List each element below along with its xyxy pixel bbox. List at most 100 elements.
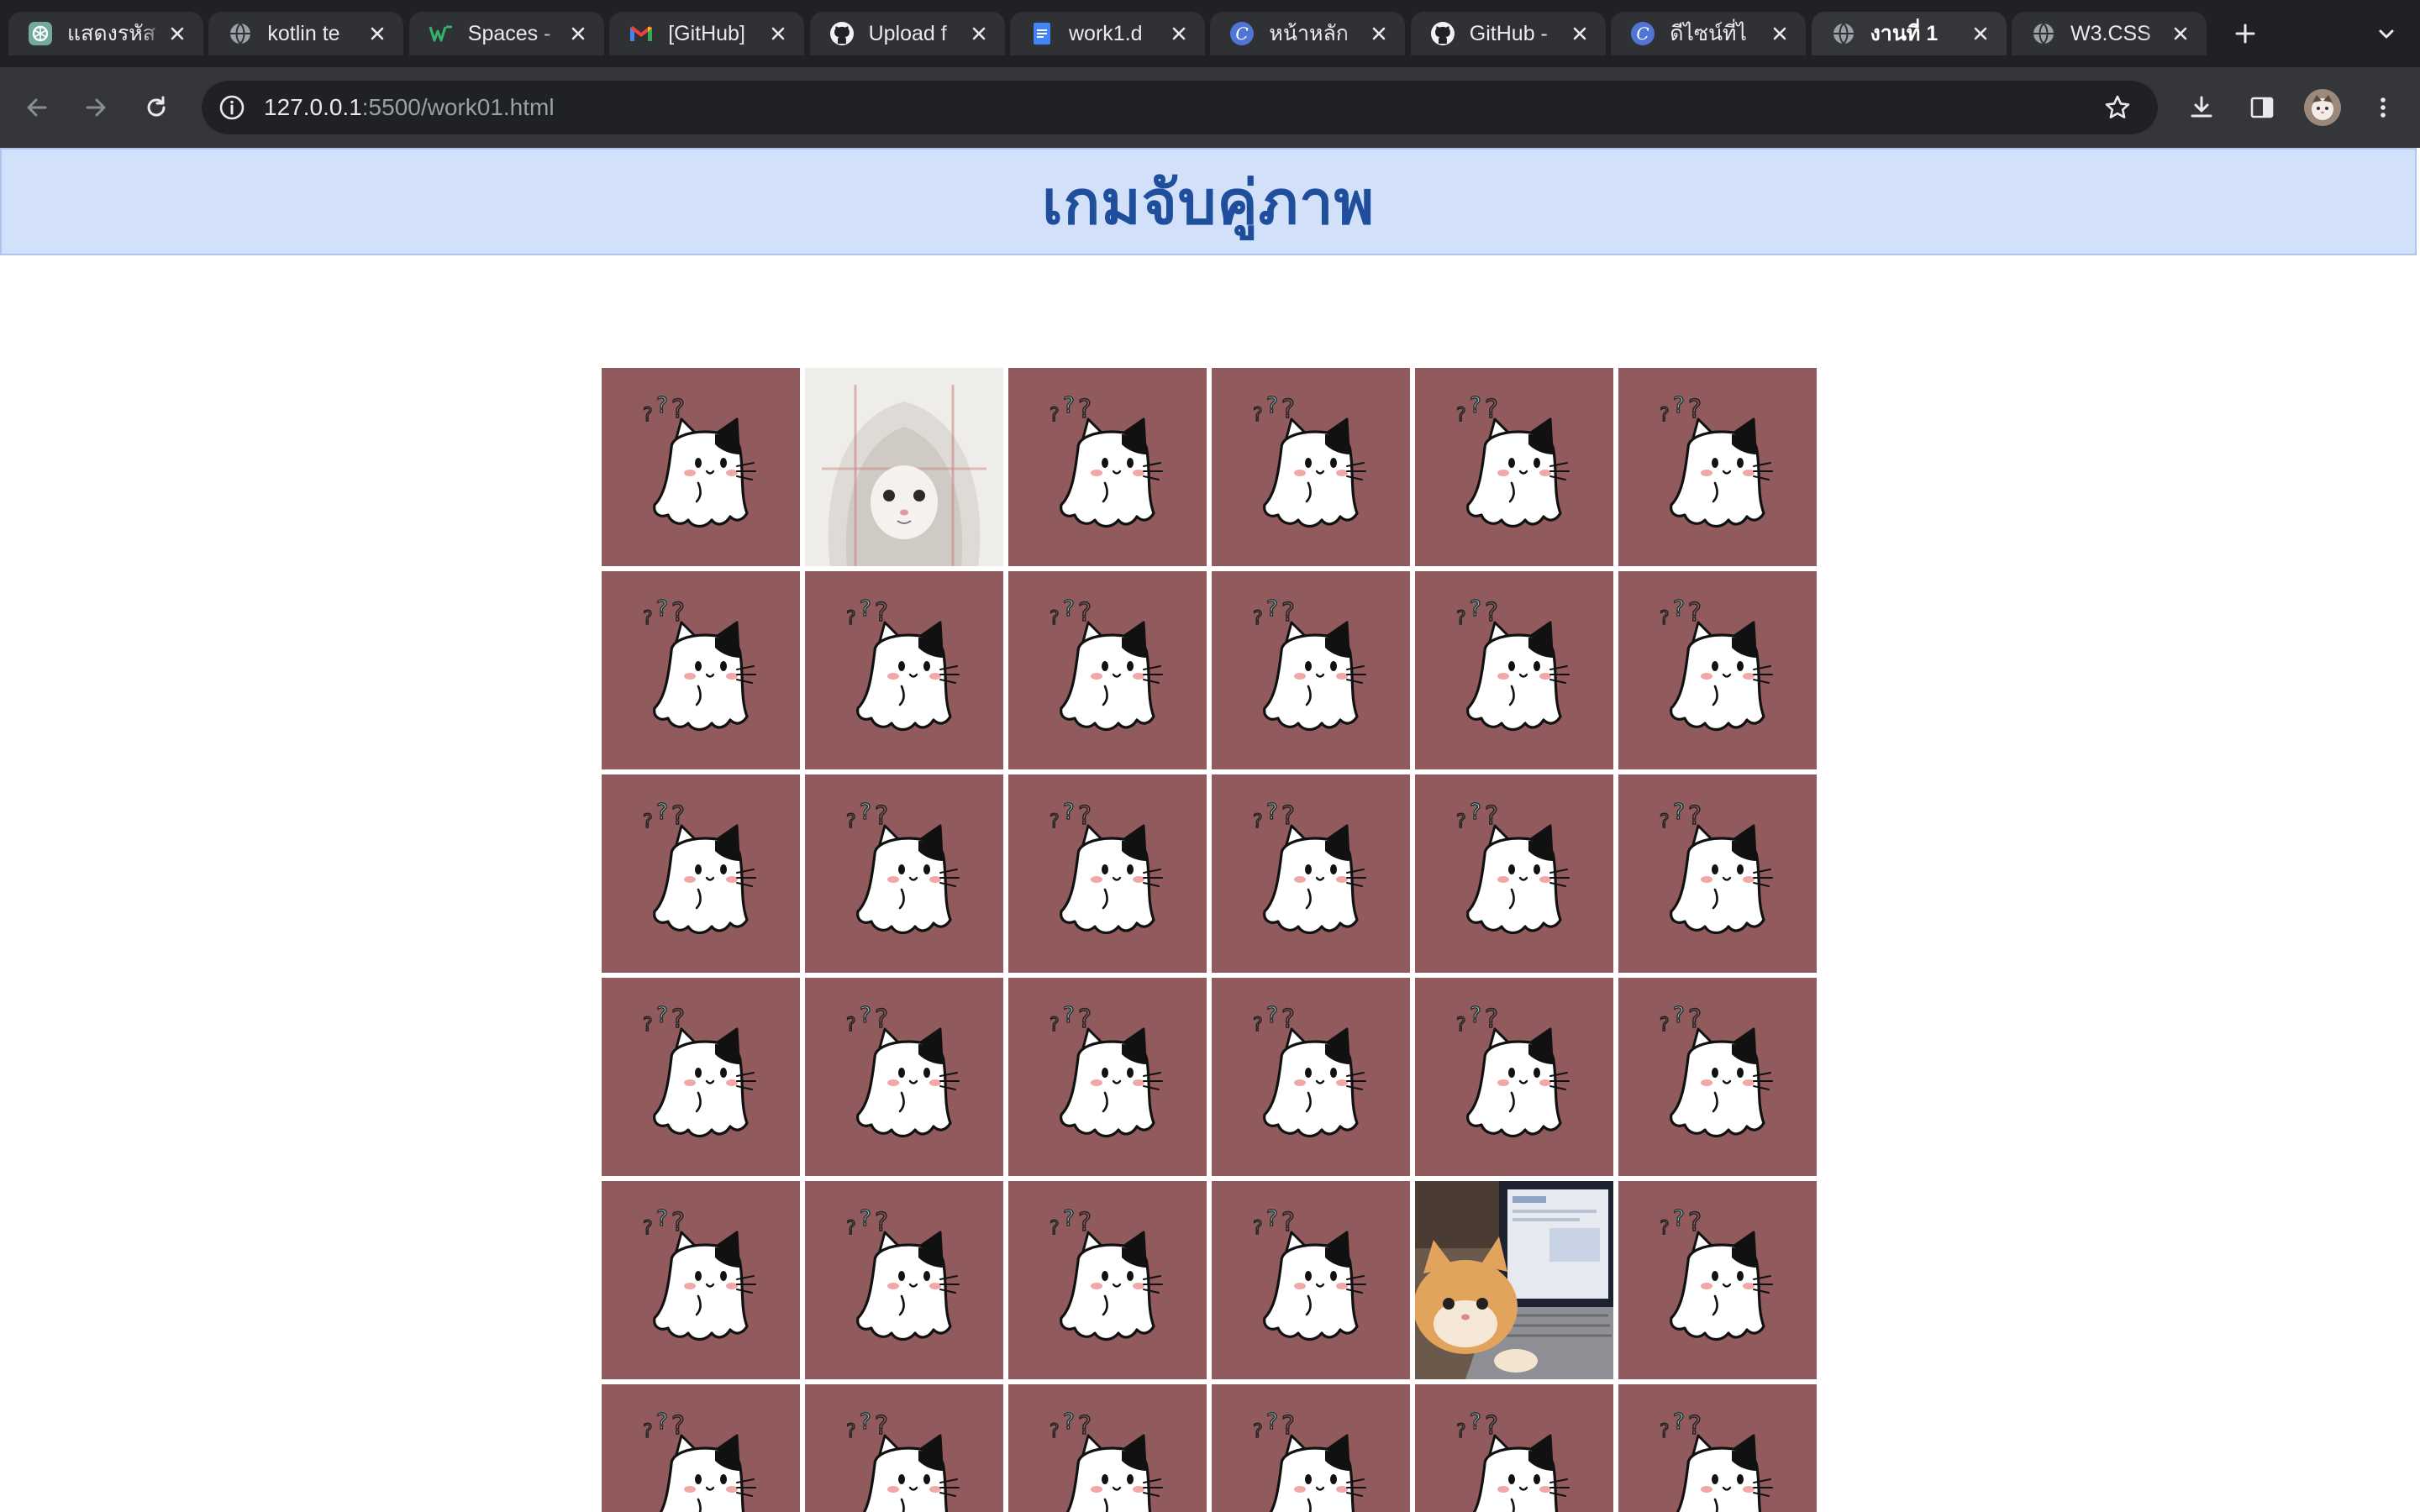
arrow-left-icon bbox=[27, 98, 47, 117]
hidden-card[interactable] bbox=[1618, 978, 1817, 1176]
revealed-card[interactable] bbox=[1415, 1181, 1613, 1379]
hidden-card[interactable] bbox=[1212, 368, 1410, 566]
close-icon[interactable] bbox=[1166, 21, 1192, 46]
more-vert-icon bbox=[2381, 97, 2386, 118]
browser-tab[interactable]: งานที่ 1 bbox=[1811, 12, 2007, 55]
hidden-card[interactable] bbox=[1618, 1181, 1817, 1379]
browser-tab[interactable]: work1.d bbox=[1010, 12, 1205, 55]
browser-tab[interactable]: แสดงรหัส bbox=[8, 12, 203, 55]
ghost-cat-icon bbox=[1248, 1005, 1374, 1148]
browser-tab[interactable]: kotlin te bbox=[208, 12, 404, 55]
forward-button[interactable] bbox=[76, 87, 116, 128]
browser-tab[interactable]: Upload f bbox=[809, 12, 1005, 55]
browser-tab[interactable]: หน้าหลัก bbox=[1210, 12, 1406, 55]
close-icon[interactable] bbox=[566, 21, 591, 46]
tab-strip: แสดงรหัส kotlin te Spaces - [GitHub] Upload … bbox=[0, 0, 2420, 67]
url-host: 127.0.0.1 bbox=[264, 94, 362, 120]
tab-title: Upload f bbox=[868, 21, 947, 45]
hidden-card[interactable] bbox=[1415, 774, 1613, 973]
hidden-card[interactable] bbox=[805, 1384, 1003, 1512]
browser-menu-button[interactable] bbox=[2363, 87, 2403, 128]
hidden-card[interactable] bbox=[602, 571, 800, 769]
hidden-card[interactable] bbox=[1618, 571, 1817, 769]
close-icon[interactable] bbox=[966, 21, 992, 46]
browser-tab[interactable]: ดีไซน์ที่ไ bbox=[1611, 12, 1807, 55]
globe-icon bbox=[227, 20, 254, 47]
ghost-cat-icon bbox=[1044, 1412, 1171, 1512]
tab-search-button[interactable] bbox=[2368, 15, 2405, 52]
ghost-cat-icon bbox=[1044, 802, 1171, 945]
site-info-button[interactable] bbox=[212, 87, 252, 128]
cat-in-blanket-photo bbox=[805, 368, 1003, 566]
ghost-cat-icon bbox=[841, 1005, 967, 1148]
profile-avatar[interactable] bbox=[2304, 89, 2341, 126]
bookmark-button[interactable] bbox=[2097, 87, 2138, 128]
ghost-cat-icon bbox=[841, 1412, 967, 1512]
ghost-cat-icon bbox=[1655, 1005, 1781, 1148]
ghost-cat-icon bbox=[1248, 599, 1374, 742]
close-icon[interactable] bbox=[2168, 21, 2193, 46]
browser-tab[interactable]: Spaces - bbox=[408, 12, 604, 55]
close-icon[interactable] bbox=[165, 21, 190, 46]
hidden-card[interactable] bbox=[1415, 368, 1613, 566]
back-button[interactable] bbox=[17, 87, 57, 128]
close-icon[interactable] bbox=[1767, 21, 1792, 46]
hidden-card[interactable] bbox=[602, 1181, 800, 1379]
new-tab-button[interactable] bbox=[2227, 15, 2264, 52]
browser-tab[interactable]: W3.CSS bbox=[2012, 12, 2207, 55]
hidden-card[interactable] bbox=[1008, 1181, 1207, 1379]
url-text[interactable]: 127.0.0.1:5500/work01.html bbox=[264, 81, 555, 134]
hidden-card[interactable] bbox=[1415, 978, 1613, 1176]
hidden-card[interactable] bbox=[805, 978, 1003, 1176]
revealed-card[interactable] bbox=[805, 368, 1003, 566]
hidden-card[interactable] bbox=[1415, 571, 1613, 769]
close-icon[interactable] bbox=[1366, 21, 1392, 46]
ghost-cat-icon bbox=[841, 802, 967, 945]
hidden-card[interactable] bbox=[1618, 368, 1817, 566]
hidden-card[interactable] bbox=[1415, 1384, 1613, 1512]
side-panel-icon bbox=[2250, 97, 2274, 118]
hidden-card[interactable] bbox=[805, 774, 1003, 973]
address-bar[interactable]: 127.0.0.1:5500/work01.html bbox=[202, 81, 2158, 134]
chatgpt-icon bbox=[27, 20, 54, 47]
tab-title: [GitHub] bbox=[668, 21, 745, 45]
hidden-card[interactable] bbox=[1212, 978, 1410, 1176]
download-icon bbox=[2191, 96, 2212, 118]
downloads-button[interactable] bbox=[2181, 87, 2222, 128]
hidden-card[interactable] bbox=[1618, 774, 1817, 973]
ghost-cat-icon bbox=[1451, 396, 1577, 538]
reload-button[interactable] bbox=[136, 87, 176, 128]
hidden-card[interactable] bbox=[602, 1384, 800, 1512]
ghost-cat-icon bbox=[638, 802, 764, 945]
plus-icon bbox=[2235, 24, 2255, 44]
hidden-card[interactable] bbox=[1008, 571, 1207, 769]
close-icon[interactable] bbox=[365, 21, 390, 46]
browser-tab[interactable]: GitHub - bbox=[1410, 12, 1606, 55]
hidden-card[interactable] bbox=[1008, 1384, 1207, 1512]
hidden-card[interactable] bbox=[602, 368, 800, 566]
hidden-card[interactable] bbox=[1008, 368, 1207, 566]
browser-tab[interactable]: [GitHub] bbox=[609, 12, 805, 55]
github-icon bbox=[829, 20, 855, 47]
hidden-card[interactable] bbox=[1212, 1384, 1410, 1512]
ghost-cat-icon bbox=[1044, 396, 1171, 538]
w-logo-icon bbox=[428, 20, 455, 47]
hidden-card[interactable] bbox=[602, 774, 800, 973]
hidden-card[interactable] bbox=[1212, 774, 1410, 973]
hidden-card[interactable] bbox=[1008, 774, 1207, 973]
close-icon[interactable] bbox=[1567, 21, 1592, 46]
close-icon[interactable] bbox=[1968, 21, 1993, 46]
hidden-card[interactable] bbox=[1008, 978, 1207, 1176]
hidden-card[interactable] bbox=[805, 1181, 1003, 1379]
ghost-cat-icon bbox=[1248, 396, 1374, 538]
hidden-card[interactable] bbox=[805, 571, 1003, 769]
hidden-card[interactable] bbox=[602, 978, 800, 1176]
page-title: เกมจับคู่ภาพ bbox=[1041, 166, 1376, 238]
hidden-card[interactable] bbox=[1212, 1181, 1410, 1379]
star-icon bbox=[2105, 95, 2130, 118]
side-panel-button[interactable] bbox=[2242, 87, 2282, 128]
close-icon[interactable] bbox=[765, 21, 791, 46]
hidden-card[interactable] bbox=[1618, 1384, 1817, 1512]
hidden-card[interactable] bbox=[1212, 571, 1410, 769]
avatar-image bbox=[2304, 89, 2341, 126]
